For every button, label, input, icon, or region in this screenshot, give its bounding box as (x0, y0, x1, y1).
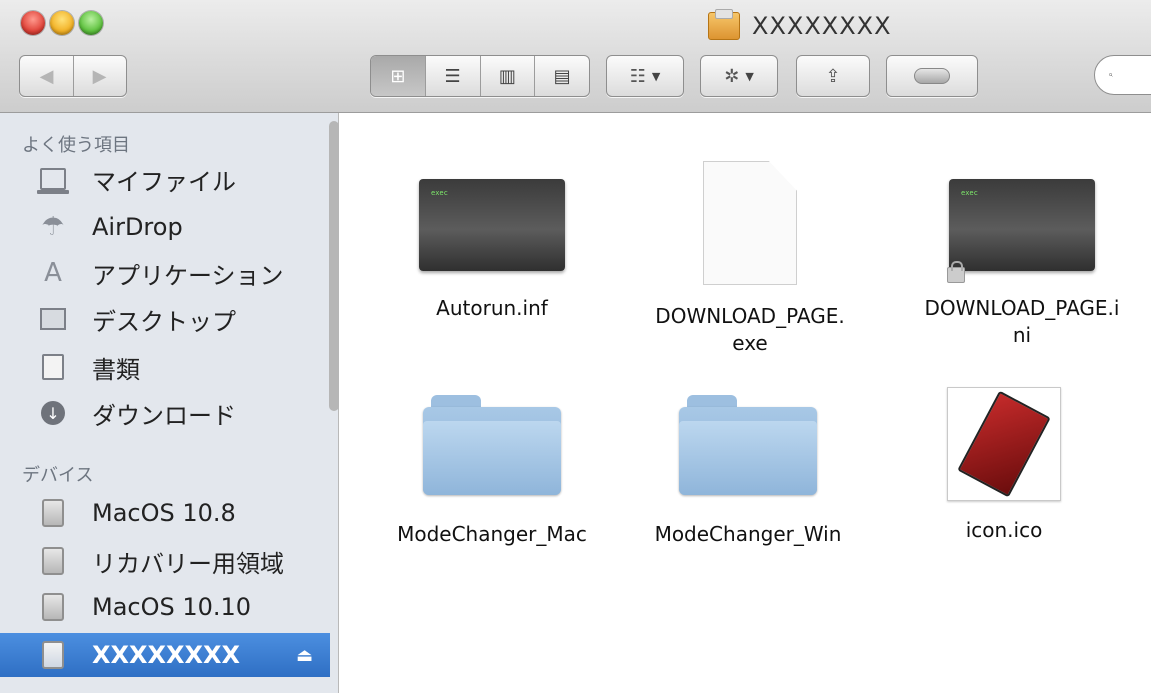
forward-button[interactable]: ▶ (72, 56, 126, 96)
window-title-text: XXXXXXXX (752, 12, 892, 40)
lock-icon (947, 261, 965, 283)
icon-view-button[interactable]: ⊞ (371, 56, 425, 96)
downloads-icon: ↓ (40, 400, 66, 426)
sidebar-item-label: リカバリー用領域 (92, 549, 284, 578)
sidebar-item-label: デスクトップ (92, 307, 236, 336)
file-name: Autorun.inf (436, 296, 548, 320)
list-view-icon: ☰ (444, 65, 461, 87)
folder-icon (423, 395, 561, 495)
coverflow-view-icon: ▤ (553, 65, 571, 87)
icon-view-icon: ⊞ (390, 65, 406, 87)
sidebar-item-macos-10-8[interactable]: MacOS 10.8 (0, 491, 330, 535)
document-icon (703, 161, 797, 285)
search-field[interactable] (1094, 55, 1151, 95)
sidebar-item-label: ダウンロード (92, 401, 236, 430)
file-name: icon.ico (965, 518, 1043, 542)
file-name: DOWNLOAD_PAGE.i ni (924, 296, 1120, 347)
sidebar-item-label: AirDrop (92, 213, 183, 241)
arrange-button[interactable]: ☷ ▼ (606, 55, 684, 97)
tag-icon (914, 68, 950, 84)
arrange-icon: ☷ (629, 65, 646, 87)
sidebar-item-downloads[interactable]: ↓ ダウンロード (0, 391, 330, 435)
file-item-autorun[interactable]: exec Autorun.inf (387, 179, 597, 322)
disk-icon (40, 547, 66, 575)
file-name: ModeChanger_Mac (397, 522, 587, 546)
file-item-modechanger-win[interactable]: ModeChanger_Win (643, 395, 853, 548)
back-arrow-icon: ◀ (39, 65, 54, 87)
eject-icon[interactable]: ⏏ (296, 645, 313, 666)
sidebar-item-documents[interactable]: 書類 (0, 345, 330, 389)
sidebar-item-macos-10-10[interactable]: MacOS 10.10 (0, 585, 330, 629)
image-icon (947, 387, 1061, 501)
zoom-button[interactable] (79, 11, 103, 35)
applications-icon: A (44, 258, 62, 288)
sidebar-item-recovery[interactable]: リカバリー用領域 (0, 539, 330, 583)
documents-icon (40, 354, 66, 380)
column-view-icon: ▥ (498, 65, 516, 87)
close-button[interactable] (21, 11, 45, 35)
sidebar-item-applications[interactable]: A アプリケーション (0, 251, 330, 295)
forward-arrow-icon: ▶ (92, 65, 107, 87)
file-name: ModeChanger_Win (654, 522, 842, 546)
file-grid: exec Autorun.inf DOWNLOAD_PAGE. exe exec… (339, 113, 1151, 693)
folder-icon (679, 395, 817, 495)
sidebar-item-desktop[interactable]: デスクトップ (0, 297, 330, 341)
executable-icon: exec (947, 179, 1095, 283)
myfiles-icon (37, 166, 69, 194)
favorites-header: よく使う項目 (22, 135, 130, 156)
disk-icon (40, 641, 66, 669)
file-item-icon-ico[interactable]: icon.ico (899, 387, 1109, 544)
executable-icon: exec (419, 179, 565, 271)
share-button[interactable]: ⇪ (796, 55, 870, 97)
sidebar: よく使う項目 マイファイル ☂ AirDrop A アプリケーション デスクトッ… (0, 113, 339, 693)
action-button[interactable]: ✲ ▼ (700, 55, 778, 97)
disk-icon (40, 593, 66, 621)
sidebar-item-label: XXXXXXXX (92, 641, 241, 669)
tags-button[interactable] (886, 55, 978, 97)
chevron-down-icon: ▼ (651, 69, 661, 83)
red-card-icon (957, 390, 1051, 498)
sidebar-item-label: マイファイル (92, 167, 236, 196)
file-name: DOWNLOAD_PAGE. exe (655, 304, 845, 355)
sidebar-item-label: MacOS 10.8 (92, 499, 236, 527)
coverflow-view-button[interactable]: ▤ (534, 56, 589, 96)
finder-window: XXXXXXXX ◀ ▶ ⊞ ☰ ▥ ▤ ☷ ▼ ✲ ▼ ⇪ よく使う項目 マイ… (0, 0, 1151, 693)
chevron-down-icon: ▼ (745, 69, 754, 83)
sidebar-item-label: アプリケーション (92, 261, 284, 290)
sidebar-item-label: MacOS 10.10 (92, 593, 252, 621)
share-icon: ⇪ (825, 65, 841, 87)
scrollbar-thumb[interactable] (329, 121, 339, 411)
sidebar-item-airdrop[interactable]: ☂ AirDrop (0, 205, 330, 249)
view-mode-control: ⊞ ☰ ▥ ▤ (370, 55, 590, 97)
minimize-button[interactable] (50, 11, 74, 35)
search-input[interactable] (1119, 65, 1151, 85)
drive-icon (708, 9, 740, 40)
title-toolbar: XXXXXXXX ◀ ▶ ⊞ ☰ ▥ ▤ ☷ ▼ ✲ ▼ ⇪ (0, 0, 1151, 113)
back-forward-control: ◀ ▶ (19, 55, 127, 97)
sidebar-item-label: 書類 (92, 355, 140, 384)
sidebar-item-myfiles[interactable]: マイファイル (0, 157, 330, 201)
column-view-button[interactable]: ▥ (479, 56, 535, 96)
exec-badge: exec (431, 189, 448, 197)
back-button[interactable]: ◀ (21, 56, 73, 96)
file-item-modechanger-mac[interactable]: ModeChanger_Mac (387, 395, 597, 548)
gear-icon: ✲ (724, 65, 740, 87)
airdrop-icon: ☂ (41, 212, 65, 242)
window-title: XXXXXXXX (708, 9, 892, 42)
file-item-download-page-ini[interactable]: exec DOWNLOAD_PAGE.i ni (917, 179, 1127, 349)
exec-badge: exec (961, 189, 978, 197)
search-icon (1109, 73, 1113, 77)
devices-header: デバイス (22, 465, 94, 486)
sidebar-item-xxxxxxxx[interactable]: XXXXXXXX ⏏ (0, 633, 330, 677)
desktop-icon (40, 306, 66, 332)
file-item-download-page-exe[interactable]: DOWNLOAD_PAGE. exe (645, 161, 855, 357)
list-view-button[interactable]: ☰ (424, 56, 480, 96)
disk-icon (40, 499, 66, 527)
